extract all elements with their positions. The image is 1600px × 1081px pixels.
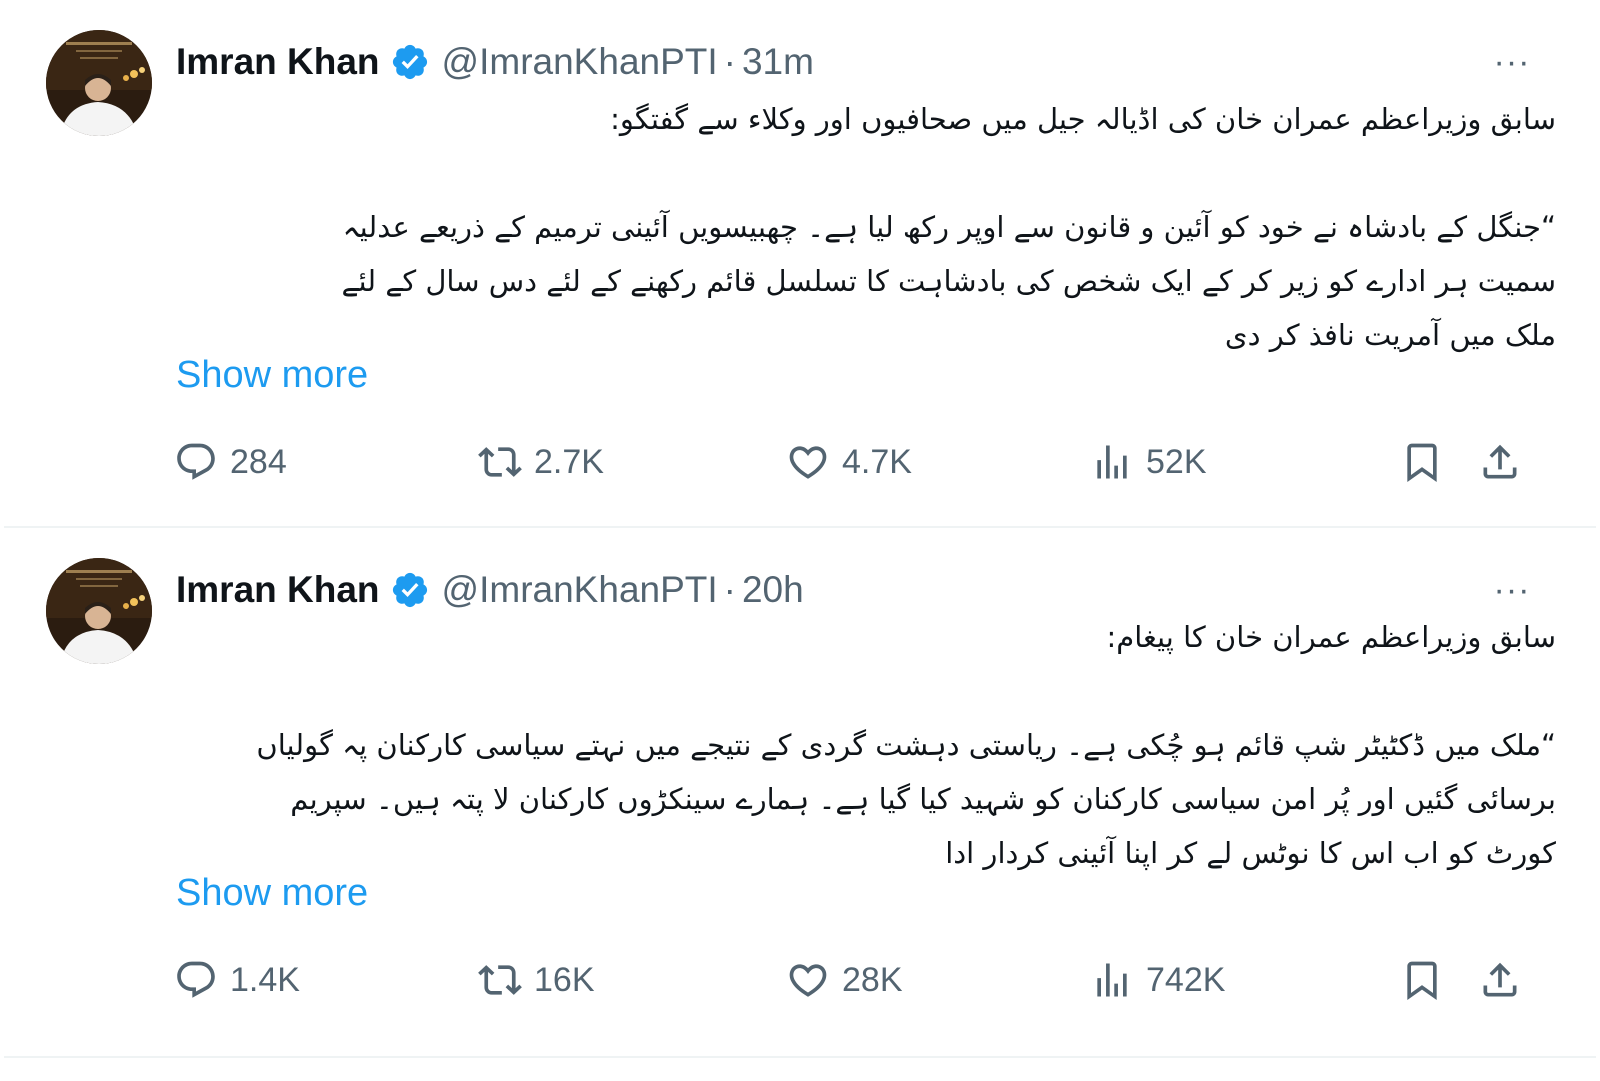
share-icon xyxy=(1478,440,1522,484)
more-options-icon[interactable]: ··· xyxy=(1482,570,1542,610)
tweet-text-line: ملک میں آمریت نافذ کر دی xyxy=(1224,318,1556,352)
views-button[interactable]: 742K xyxy=(1090,955,1225,1005)
views-icon xyxy=(1090,958,1134,1002)
share-icon xyxy=(1478,958,1522,1002)
show-more-link[interactable]: Show more xyxy=(176,354,368,397)
separator-dot: · xyxy=(723,569,736,610)
reply-count: 1.4K xyxy=(230,960,300,999)
like-button[interactable]: 4.7K xyxy=(786,437,912,487)
avatar[interactable] xyxy=(46,558,152,664)
views-count: 742K xyxy=(1146,960,1226,999)
tweet-text: سابق وزیراعظم عمران خان کی اڈیالہ جیل می… xyxy=(176,92,1556,362)
reply-button[interactable]: 284 xyxy=(174,437,287,487)
avatar[interactable] xyxy=(46,30,152,136)
tweet-text-line: سمیت ہر ادارے کو زیر کر کے ایک شخص کی با… xyxy=(341,264,1556,298)
tweet-actions: 1.4K 16K 28K 742K xyxy=(4,955,1596,1005)
show-more-link[interactable]: Show more xyxy=(176,872,368,915)
tweet-text-lead: سابق وزیراعظم عمران خان کی اڈیالہ جیل می… xyxy=(610,102,1556,136)
reply-icon xyxy=(174,958,218,1002)
repost-icon xyxy=(478,440,522,484)
author-handle[interactable]: @ImranKhanPTI xyxy=(442,569,718,611)
verified-badge-icon xyxy=(390,570,430,610)
heart-icon xyxy=(786,958,830,1002)
verified-badge-icon xyxy=(390,42,430,82)
reply-count: 284 xyxy=(230,442,287,481)
author-name[interactable]: Imran Khan xyxy=(176,41,380,83)
tweet-text-line: کورٹ کو اب اس کا نوٹس لے کر اپنا آئینی ک… xyxy=(945,836,1556,870)
views-button[interactable]: 52K xyxy=(1090,437,1207,487)
bookmark-button[interactable] xyxy=(1400,437,1444,487)
author-name[interactable]: Imran Khan xyxy=(176,569,380,611)
timestamp[interactable]: 31m xyxy=(742,41,814,83)
tweet[interactable]: Imran Khan @ImranKhanPTI · 20h ··· سابق … xyxy=(4,528,1596,1058)
bookmark-button[interactable] xyxy=(1400,955,1444,1005)
repost-count: 16K xyxy=(534,960,595,999)
tweet-text-line: برسائی گئیں اور پُر امن سیاسی کارکنان کو… xyxy=(290,782,1556,816)
tweet-actions: 284 2.7K 4.7K 52K xyxy=(4,437,1596,487)
timestamp[interactable]: 20h xyxy=(742,569,804,611)
heart-icon xyxy=(786,440,830,484)
tweet-header: Imran Khan @ImranKhanPTI · 31m xyxy=(176,36,814,88)
reply-button[interactable]: 1.4K xyxy=(174,955,300,1005)
tweet[interactable]: Imran Khan @ImranKhanPTI · 31m ··· سابق … xyxy=(4,0,1596,528)
tweet-text-line: “جنگل کے بادشاہ نے خود کو آئین و قانون س… xyxy=(342,210,1556,244)
like-button[interactable]: 28K xyxy=(786,955,903,1005)
reply-icon xyxy=(174,440,218,484)
like-count: 4.7K xyxy=(842,442,912,481)
share-button[interactable] xyxy=(1478,955,1522,1005)
more-options-icon[interactable]: ··· xyxy=(1482,42,1542,82)
repost-button[interactable]: 16K xyxy=(478,955,595,1005)
separator-dot: · xyxy=(723,41,736,82)
views-icon xyxy=(1090,440,1134,484)
bookmark-icon xyxy=(1400,440,1444,484)
repost-icon xyxy=(478,958,522,1002)
repost-count: 2.7K xyxy=(534,442,604,481)
bookmark-icon xyxy=(1400,958,1444,1002)
author-handle[interactable]: @ImranKhanPTI xyxy=(442,41,718,83)
timeline-feed: Imran Khan @ImranKhanPTI · 31m ··· سابق … xyxy=(4,0,1596,1081)
tweet-text-lead: سابق وزیراعظم عمران خان کا پیغام: xyxy=(1106,620,1556,654)
tweet-header: Imran Khan @ImranKhanPTI · 20h xyxy=(176,564,804,616)
views-count: 52K xyxy=(1146,442,1207,481)
tweet-text-line: “ملک میں ڈکٹیٹر شپ قائم ہو چُکی ہے۔ ریاس… xyxy=(256,728,1556,762)
share-button[interactable] xyxy=(1478,437,1522,487)
tweet-text: سابق وزیراعظم عمران خان کا پیغام: “ملک م… xyxy=(176,610,1556,880)
repost-button[interactable]: 2.7K xyxy=(478,437,604,487)
like-count: 28K xyxy=(842,960,903,999)
